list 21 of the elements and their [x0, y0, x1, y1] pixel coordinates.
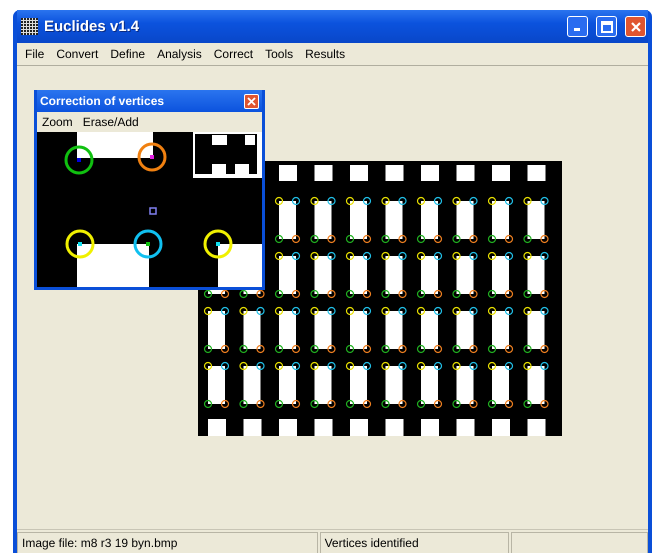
menu-item[interactable]: Zoom	[37, 115, 78, 129]
menu-item[interactable]: File	[19, 47, 50, 61]
menu-item[interactable]: Convert	[50, 47, 104, 61]
status-panel: Vertices identified	[320, 532, 510, 553]
status-panel: Image file: m8 r3 19 byn.bmp	[17, 532, 318, 553]
close-button[interactable]	[244, 94, 259, 108]
maximize-button[interactable]	[596, 16, 617, 37]
menu-item[interactable]: Analysis	[151, 47, 208, 61]
window-title: Euclides v1.4	[44, 18, 140, 35]
close-icon	[630, 20, 642, 32]
minimize-button[interactable]	[567, 16, 588, 37]
grid-icon	[21, 18, 38, 35]
menu-item[interactable]: Define	[104, 47, 152, 61]
close-icon	[247, 96, 256, 106]
close-button[interactable]	[625, 16, 646, 37]
maximize-icon	[600, 20, 612, 32]
menu-item[interactable]: Results	[299, 47, 352, 61]
child-window-title: Correction of vertices	[40, 94, 164, 108]
menu-item[interactable]: Correct	[208, 47, 260, 61]
menu-item[interactable]: Tools	[259, 47, 300, 61]
menu-item[interactable]: Erase/Add	[78, 115, 144, 129]
